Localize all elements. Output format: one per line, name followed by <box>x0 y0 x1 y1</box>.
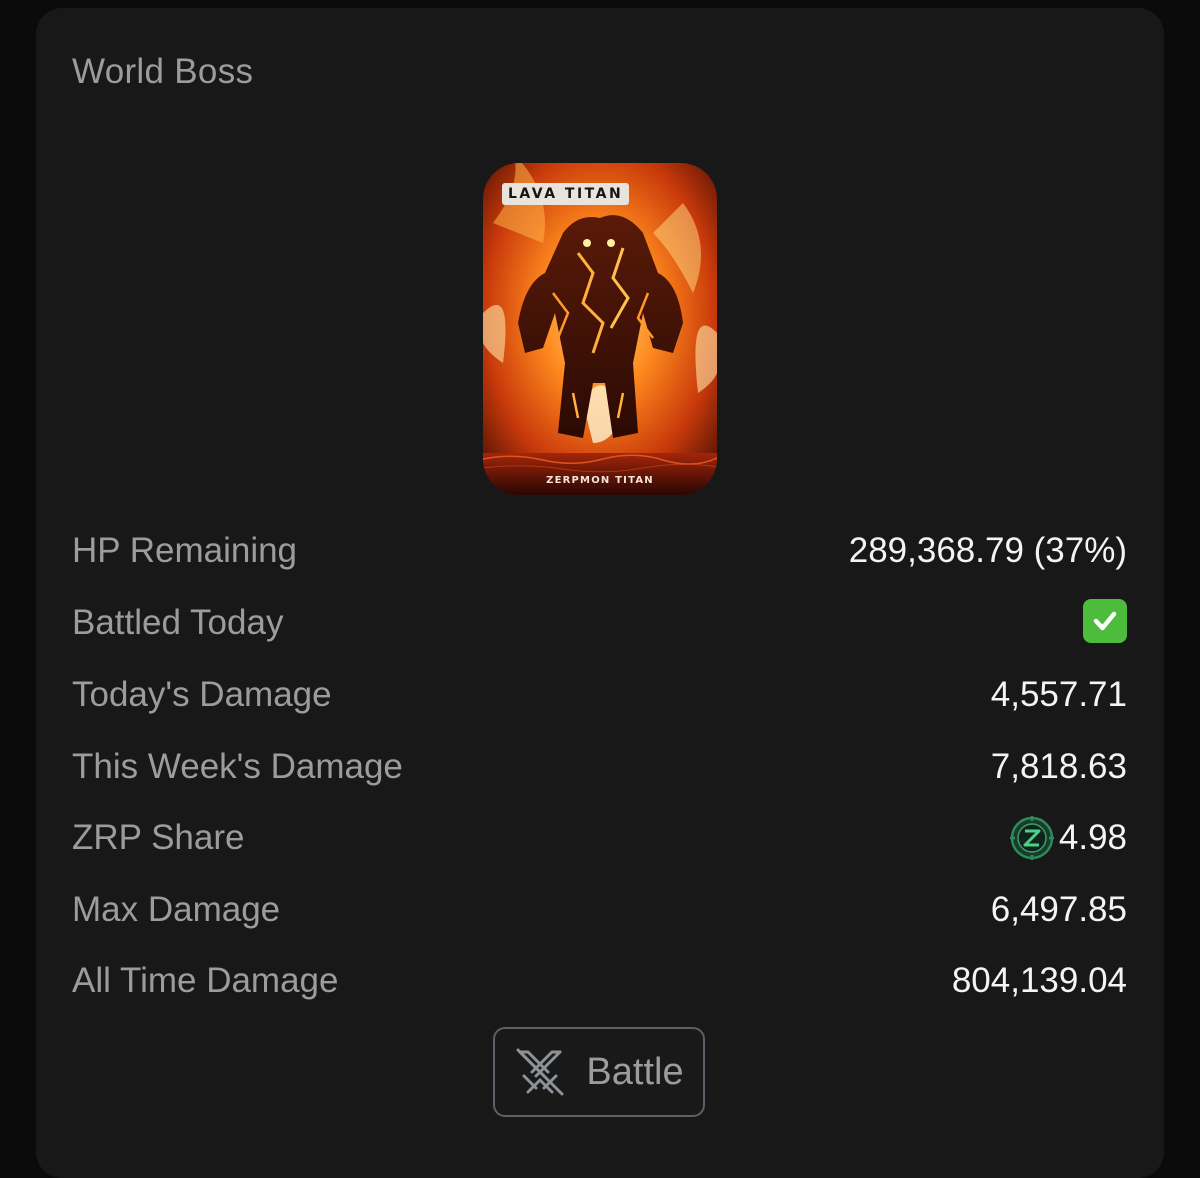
boss-name-tag: LAVA TITAN <box>502 183 630 205</box>
stat-label: HP Remaining <box>72 531 298 570</box>
stat-row-zrp-share: ZRP Share 4.98 <box>72 814 1127 862</box>
stat-value: 6,497.85 <box>990 890 1127 929</box>
stat-label: Max Damage <box>72 890 281 929</box>
stat-value: 4.98 <box>1009 814 1127 862</box>
stat-value: 289,368.79 (37%) <box>848 531 1127 570</box>
crossed-swords-icon <box>516 1048 564 1096</box>
stat-value: 4,557.71 <box>990 675 1127 714</box>
stat-value <box>1083 599 1127 643</box>
stat-row-max-damage: Max Damage 6,497.85 <box>72 886 1127 934</box>
check-mark-icon <box>1083 599 1127 643</box>
stat-label: This Week's Damage <box>72 747 403 786</box>
card-title: World Boss <box>72 52 254 91</box>
stat-label: All Time Damage <box>72 961 339 1000</box>
battle-button[interactable]: Battle <box>493 1027 705 1117</box>
stat-row-hp-remaining: HP Remaining 289,368.79 (37%) <box>72 527 1127 575</box>
lava-titan-artwork <box>483 163 717 495</box>
world-boss-card: World Boss LAVA TITAN ZERPMON TITAN HP R… <box>36 8 1164 1178</box>
stat-row-todays-damage: Today's Damage 4,557.71 <box>72 671 1127 719</box>
stat-label: Today's Damage <box>72 675 332 714</box>
stat-value: 7,818.63 <box>990 747 1127 786</box>
stat-row-this-weeks-damage: This Week's Damage 7,818.63 <box>72 743 1127 791</box>
zrp-share-value: 4.98 <box>1058 818 1127 857</box>
zrp-token-icon <box>1009 816 1054 860</box>
battle-label: Battle <box>586 1050 684 1093</box>
stat-label: ZRP Share <box>72 818 245 857</box>
stat-value: 804,139.04 <box>951 961 1127 1000</box>
boss-footer-label: ZERPMON TITAN <box>546 475 654 486</box>
stat-label: Battled Today <box>72 603 284 642</box>
boss-image: LAVA TITAN ZERPMON TITAN <box>483 163 717 495</box>
stat-row-all-time-damage: All Time Damage 804,139.04 <box>72 957 1127 1005</box>
stat-row-battled-today: Battled Today <box>72 599 1127 647</box>
